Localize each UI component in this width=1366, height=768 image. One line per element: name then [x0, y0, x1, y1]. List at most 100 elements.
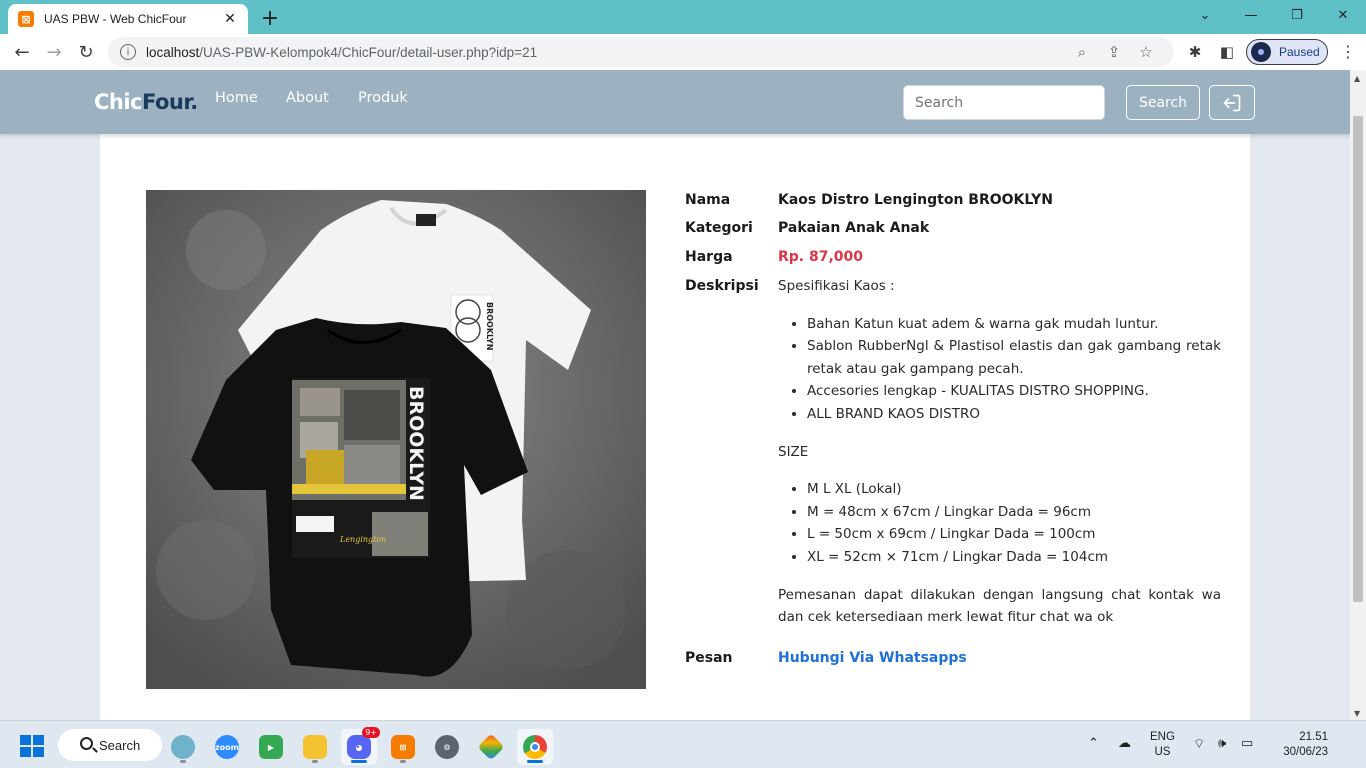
side-panel-icon[interactable]: ◧ [1217, 42, 1237, 62]
discord-icon: ◕ [347, 735, 371, 759]
wifi-icon[interactable]: ⌔ [1193, 736, 1205, 752]
people-icon [171, 735, 195, 759]
detail-row-harga: Harga Rp. 87,000 [685, 249, 1221, 265]
pesan-label: Pesan [685, 650, 733, 666]
nav-link-home[interactable]: Home [215, 90, 258, 106]
nav-link-about[interactable]: About [286, 90, 329, 106]
keyboard-layout: US [1154, 746, 1171, 758]
page-scrollbar[interactable]: ▲ ▼ [1350, 70, 1366, 720]
bookmark-star-icon[interactable]: ☆ [1130, 43, 1162, 61]
description-closing: Pemesanan dapat dilakukan dengan langsun… [778, 586, 1221, 626]
minimize-button[interactable]: — [1228, 0, 1274, 30]
size-item: M = 48cm x 67cm / Lingkar Dada = 96cm [807, 501, 1221, 524]
size-list: M L XL (Lokal) M = 48cm x 67cm / Lingkar… [778, 478, 1221, 568]
chrome-icon [523, 735, 547, 759]
taskbar-app-explorer[interactable] [297, 729, 333, 765]
product-image: BROOKLYN BROOKLYN Lengington [146, 190, 646, 689]
address-bar[interactable]: i localhost/UAS-PBW-Kelompok4/ChicFour/d… [108, 37, 1174, 67]
taskbar-search-label: Search [99, 737, 141, 753]
taskbar-app-meet[interactable]: ▶ [253, 729, 289, 765]
taskbar-app-zoom[interactable]: zoom [209, 729, 245, 765]
back-arrow-icon[interactable]: ← [8, 38, 36, 66]
page-viewport: ChicFour. Home About Produk Search Searc… [0, 70, 1350, 720]
taskbar-app-git[interactable] [473, 729, 509, 765]
profile-paused-button[interactable]: Paused [1246, 39, 1328, 65]
detail-row-pesan: Pesan Hubungi Via Whatsapps [685, 650, 1221, 666]
windows-start-icon[interactable] [20, 735, 44, 757]
harga-label: Harga [685, 249, 733, 265]
windows-taskbar: Search zoom ▶ ◕ 9+ ⊠ ⚙ ⌃ ☁ ENG US ⌔ 🕪 ▭ 2… [0, 720, 1366, 768]
site-navbar: ChicFour. Home About Produk Search [0, 70, 1350, 134]
detail-row-kategori: Kategori Pakaian Anak Anak [685, 220, 1221, 236]
search-button[interactable]: Search [1126, 85, 1200, 120]
xampp-favicon-icon: ⊠ [18, 11, 34, 27]
black-shirt-brooklyn-text: BROOKLYN [405, 386, 427, 501]
taskbar-app-chrome[interactable] [517, 729, 553, 765]
taskbar-search[interactable]: Search [58, 729, 162, 761]
close-window-button[interactable]: ✕ [1320, 0, 1366, 30]
logout-icon [1223, 94, 1241, 111]
search-input[interactable] [903, 85, 1105, 120]
taskbar-app-settings[interactable]: ⚙ [429, 729, 465, 765]
show-hidden-icons-chevron-icon[interactable]: ⌃ [1088, 736, 1099, 751]
logout-button[interactable] [1209, 85, 1255, 120]
size-item: XL = 52cm × 71cm / Lingkar Dada = 104cm [807, 546, 1221, 569]
gear-icon: ⚙ [435, 735, 459, 759]
onedrive-cloud-icon[interactable]: ☁ [1118, 736, 1131, 751]
language-indicator[interactable]: ENG US [1150, 730, 1175, 760]
description-intro: Spesifikasi Kaos : [778, 278, 895, 294]
url-text[interactable]: localhost/UAS-PBW-Kelompok4/ChicFour/det… [146, 45, 1066, 60]
product-detail-card: BROOKLYN BROOKLYN Lengington Nama Kaos D… [100, 134, 1250, 720]
browser-toolbar: ← → ↻ i localhost/UAS-PBW-Kelompok4/Chic… [0, 34, 1366, 70]
extensions-puzzle-icon[interactable]: ✱ [1185, 42, 1205, 62]
xampp-icon: ⊠ [391, 735, 415, 759]
taskbar-app-teams[interactable] [165, 729, 201, 765]
nav-link-produk[interactable]: Produk [358, 90, 408, 106]
scroll-up-arrow-icon[interactable]: ▲ [1354, 74, 1360, 83]
reload-icon[interactable]: ↻ [72, 38, 100, 66]
share-icon[interactable]: ⇪ [1098, 43, 1130, 61]
size-item: M L XL (Lokal) [807, 478, 1221, 501]
battery-icon[interactable]: ▭ [1241, 736, 1253, 751]
new-tab-button[interactable]: + [258, 6, 282, 31]
tab-title: UAS PBW - Web ChicFour [44, 12, 187, 26]
clock-time: 21.51 [1299, 731, 1328, 743]
folder-icon [303, 735, 327, 759]
video-camera-icon: ▶ [259, 735, 283, 759]
taskbar-app-discord[interactable]: ◕ 9+ [341, 727, 380, 765]
spec-item: Accesories lengkap - KUALITAS DISTRO SHO… [807, 380, 1221, 403]
deskripsi-label: Deskripsi [685, 278, 759, 294]
browser-tab-bar: ⊠ UAS PBW - Web ChicFour ✕ + ⌄ — ❐ ✕ [0, 0, 1366, 34]
tab-search-chevron-icon[interactable]: ⌄ [1182, 0, 1228, 30]
profile-status-label: Paused [1279, 45, 1320, 59]
white-shirt-brooklyn-text: BROOKLYN [485, 302, 494, 350]
search-icon [80, 737, 93, 750]
system-clock[interactable]: 21.51 30/06/23 [1268, 730, 1328, 760]
language-code: ENG [1150, 731, 1175, 743]
clock-date: 30/06/23 [1283, 746, 1328, 758]
scroll-thumb[interactable] [1353, 116, 1363, 602]
product-price: Rp. 87,000 [778, 249, 864, 265]
browser-tab[interactable]: ⊠ UAS PBW - Web ChicFour ✕ [8, 4, 248, 34]
product-description: Spesifikasi Kaos : Bahan Katun kuat adem… [778, 275, 1221, 629]
scroll-down-arrow-icon[interactable]: ▼ [1354, 709, 1360, 718]
browser-menu-icon[interactable]: ⋮ [1340, 42, 1356, 61]
forward-arrow-icon[interactable]: → [40, 38, 68, 66]
window-controls: ⌄ — ❐ ✕ [1182, 0, 1366, 30]
nama-label: Nama [685, 192, 731, 208]
restore-button[interactable]: ❐ [1274, 0, 1320, 30]
discord-notification-badge: 9+ [362, 727, 380, 738]
volume-icon[interactable]: 🕪 [1218, 736, 1226, 751]
brand-logo[interactable]: ChicFour. [94, 90, 198, 114]
whatsapp-order-link[interactable]: Hubungi Via Whatsapps [778, 650, 967, 666]
zoom-search-icon[interactable]: ⌕ [1066, 43, 1098, 61]
taskbar-app-xampp[interactable]: ⊠ [385, 729, 421, 765]
product-category: Pakaian Anak Anak [778, 220, 930, 236]
product-name: Kaos Distro Lengington BROOKLYN [778, 192, 1054, 208]
zoom-icon: zoom [215, 735, 239, 759]
site-info-icon[interactable]: i [120, 44, 136, 60]
spec-list: Bahan Katun kuat adem & warna gak mudah … [778, 313, 1221, 426]
close-tab-icon[interactable]: ✕ [222, 11, 238, 27]
size-heading: SIZE [778, 443, 809, 460]
spec-item: ALL BRAND KAOS DISTRO [807, 403, 1221, 426]
